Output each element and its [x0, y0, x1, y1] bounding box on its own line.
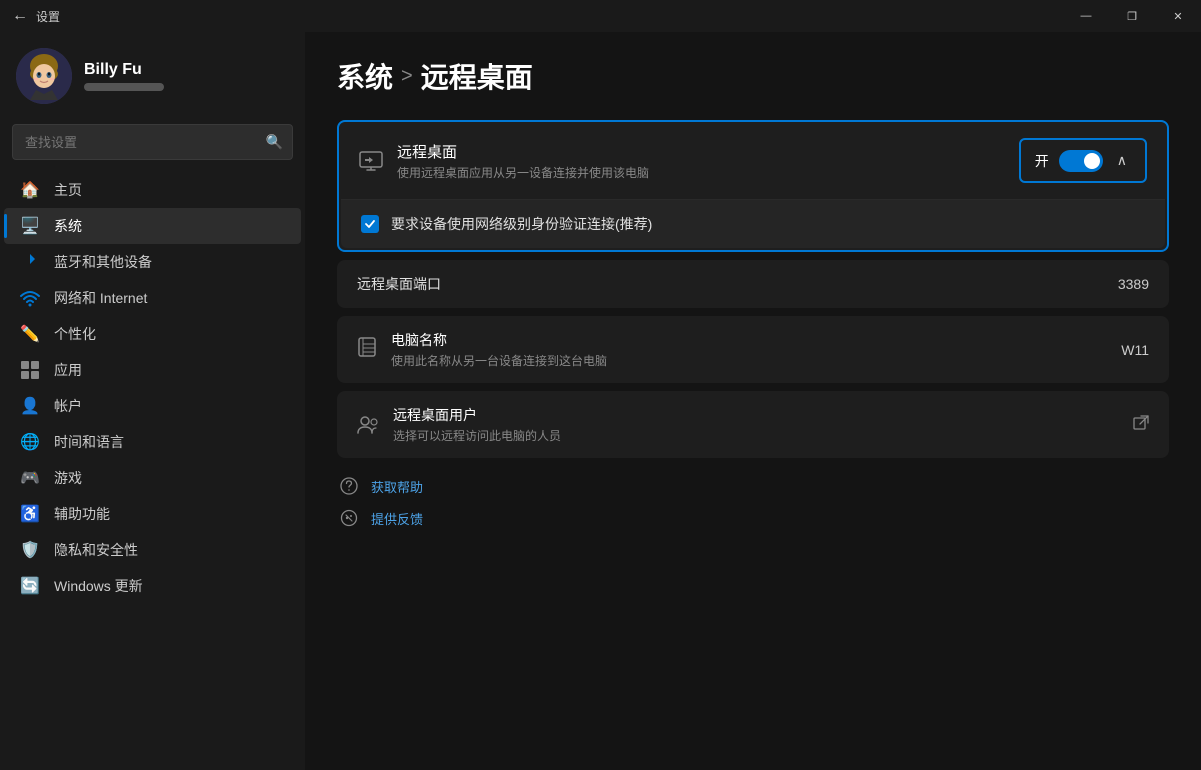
updates-icon: 🔄 [20, 576, 40, 596]
port-value: 3389 [1118, 276, 1149, 292]
titlebar: ← 设置 — ❐ ✕ [0, 0, 1201, 32]
computer-name-row: 电脑名称 使用此名称从另一台设备连接到这台电脑 W11 [337, 316, 1169, 383]
user-name: Billy Fu [84, 61, 164, 79]
window-controls: — ❐ ✕ [1063, 0, 1201, 32]
home-icon: 🏠 [20, 180, 40, 200]
sidebar-item-apps[interactable]: 应用 [4, 352, 301, 388]
accessibility-icon: ♿ [20, 504, 40, 524]
back-button[interactable]: ← [12, 7, 28, 25]
sidebar-item-privacy[interactable]: 🛡️ 隐私和安全性 [4, 532, 301, 568]
privacy-icon: 🛡️ [20, 540, 40, 560]
get-help-link[interactable]: 获取帮助 [371, 477, 423, 496]
sidebar-item-time-label: 时间和语言 [54, 432, 124, 452]
toggle-expand-icon[interactable]: ∧ [1113, 148, 1131, 173]
help-section: 获取帮助 提供反馈 [337, 474, 1169, 530]
sidebar-item-home[interactable]: 🏠 主页 [4, 172, 301, 208]
restore-button[interactable]: ❐ [1109, 0, 1155, 32]
sidebar-item-accessibility-label: 辅助功能 [54, 504, 110, 524]
sidebar-item-network-label: 网络和 Internet [54, 288, 147, 308]
computer-name-panel: 电脑名称 使用此名称从另一台设备连接到这台电脑 W11 [337, 316, 1169, 383]
apps-icon [20, 360, 40, 380]
sidebar-item-updates[interactable]: 🔄 Windows 更新 [4, 568, 301, 604]
toggle-outer: 开 ∧ [1019, 138, 1147, 183]
sidebar-item-accessibility[interactable]: ♿ 辅助功能 [4, 496, 301, 532]
user-status-bar [84, 83, 164, 91]
sidebar-item-system[interactable]: 🖥️ 系统 [4, 208, 301, 244]
nav-list: 🏠 主页 🖥️ 系统 蓝牙和其他设备 [0, 168, 305, 770]
toggle-on-label: 开 [1035, 151, 1049, 171]
feedback-link[interactable]: 提供反馈 [371, 509, 423, 528]
personalization-icon: ✏️ [20, 324, 40, 344]
breadcrumb-arrow: > [401, 65, 413, 88]
bluetooth-icon [20, 252, 40, 272]
main-content: 系统 > 远程桌面 远程桌面 使用远程桌面应用从另一设备连接并使用该电 [305, 32, 1201, 770]
search-box[interactable]: 🔍 [12, 124, 293, 160]
sidebar-item-gaming-label: 游戏 [54, 468, 82, 488]
sidebar-item-apps-label: 应用 [54, 360, 82, 380]
sidebar-item-privacy-label: 隐私和安全性 [54, 540, 138, 560]
breadcrumb-system: 系统 [337, 56, 393, 96]
sidebar-item-personalization[interactable]: ✏️ 个性化 [4, 316, 301, 352]
sidebar-item-bluetooth-label: 蓝牙和其他设备 [54, 252, 152, 272]
remote-users-row[interactable]: 远程桌面用户 选择可以远程访问此电脑的人员 [337, 391, 1169, 458]
port-row: 远程桌面端口 3389 [337, 260, 1169, 308]
remote-users-panel[interactable]: 远程桌面用户 选择可以远程访问此电脑的人员 [337, 391, 1169, 458]
get-help-icon [337, 474, 361, 498]
get-help-item[interactable]: 获取帮助 [337, 474, 1169, 498]
remote-desktop-toggle[interactable] [1059, 150, 1103, 172]
nla-checkbox-label: 要求设备使用网络级别身份验证连接(推荐) [391, 214, 652, 234]
minimize-button[interactable]: — [1063, 0, 1109, 32]
sidebar-item-accounts[interactable]: 👤 帐户 [4, 388, 301, 424]
sidebar-item-personalization-label: 个性化 [54, 324, 96, 344]
time-icon: 🌐 [20, 432, 40, 452]
remote-desktop-text: 远程桌面 使用远程桌面应用从另一设备连接并使用该电脑 [397, 141, 1019, 181]
main-layout: Billy Fu 🔍 🏠 主页 🖥️ 系统 [0, 32, 1201, 770]
feedback-icon [337, 506, 361, 530]
sidebar-item-accounts-label: 帐户 [54, 396, 82, 416]
computer-name-desc: 使用此名称从另一台设备连接到这台电脑 [391, 352, 1121, 369]
breadcrumb-current: 远程桌面 [421, 56, 533, 96]
feedback-item[interactable]: 提供反馈 [337, 506, 1169, 530]
breadcrumb: 系统 > 远程桌面 [337, 56, 1169, 96]
remote-desktop-title: 远程桌面 [397, 141, 1019, 162]
sidebar-item-updates-label: Windows 更新 [54, 576, 143, 596]
remote-users-text: 远程桌面用户 选择可以远程访问此电脑的人员 [393, 405, 1133, 444]
remote-desktop-desc: 使用远程桌面应用从另一设备连接并使用该电脑 [397, 164, 1019, 181]
system-icon: 🖥️ [20, 216, 40, 236]
computer-name-value: W11 [1121, 342, 1149, 358]
network-icon [20, 288, 40, 308]
sidebar: Billy Fu 🔍 🏠 主页 🖥️ 系统 [0, 32, 305, 770]
sidebar-item-system-label: 系统 [54, 216, 82, 236]
avatar [16, 48, 72, 104]
remote-desktop-icon [359, 151, 383, 171]
sidebar-item-network[interactable]: 网络和 Internet [4, 280, 301, 316]
app-title: 设置 [36, 8, 60, 25]
remote-users-icon [357, 415, 379, 435]
sidebar-item-time[interactable]: 🌐 时间和语言 [4, 424, 301, 460]
remote-users-desc: 选择可以远程访问此电脑的人员 [393, 427, 1133, 444]
checkbox-row: 要求设备使用网络级别身份验证连接(推荐) [341, 199, 1165, 248]
search-icon: 🔍 [266, 134, 283, 151]
remote-users-title: 远程桌面用户 [393, 405, 1133, 425]
sidebar-item-bluetooth[interactable]: 蓝牙和其他设备 [4, 244, 301, 280]
computer-name-text: 电脑名称 使用此名称从另一台设备连接到这台电脑 [391, 330, 1121, 369]
computer-name-icon [357, 336, 377, 363]
nla-checkbox[interactable] [361, 215, 379, 233]
close-button[interactable]: ✕ [1155, 0, 1201, 32]
sidebar-item-gaming[interactable]: 🎮 游戏 [4, 460, 301, 496]
user-info: Billy Fu [84, 61, 164, 91]
remote-users-link-icon[interactable] [1133, 415, 1149, 434]
computer-name-title: 电脑名称 [391, 330, 1121, 350]
port-label: 远程桌面端口 [357, 274, 1118, 294]
gaming-icon: 🎮 [20, 468, 40, 488]
user-section[interactable]: Billy Fu [0, 32, 305, 116]
accounts-icon: 👤 [20, 396, 40, 416]
remote-desktop-header: 远程桌面 使用远程桌面应用从另一设备连接并使用该电脑 开 ∧ [339, 122, 1167, 199]
remote-desktop-panel: 远程桌面 使用远程桌面应用从另一设备连接并使用该电脑 开 ∧ 要求设备使用网络级 [337, 120, 1169, 252]
search-input[interactable] [12, 124, 293, 160]
sidebar-item-home-label: 主页 [54, 180, 82, 200]
